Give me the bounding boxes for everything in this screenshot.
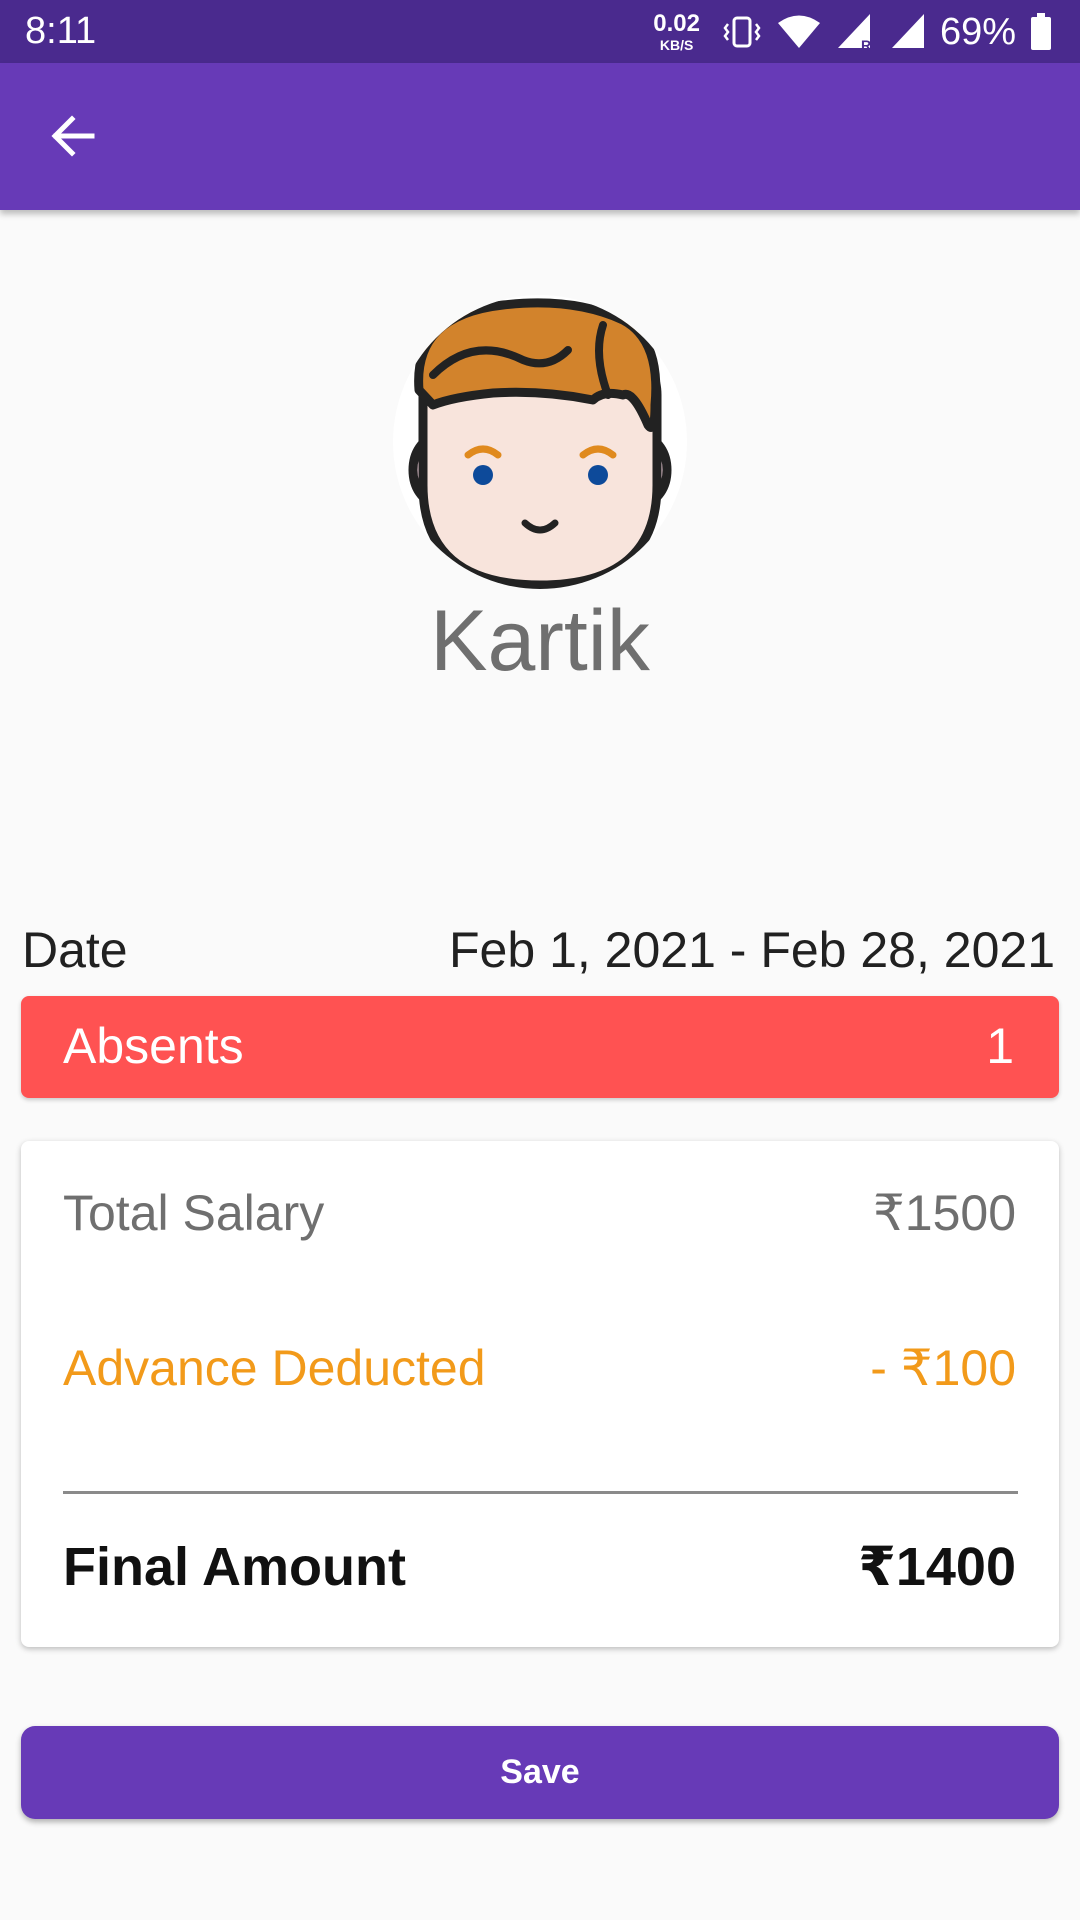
back-button[interactable]	[38, 103, 108, 173]
svg-text:R: R	[861, 37, 871, 52]
salary-card: Total Salary ₹1500 Advance Deducted - ₹1…	[21, 1141, 1059, 1647]
status-icons: 0.02 KB/S R 69%	[653, 0, 1052, 63]
wifi-icon	[776, 14, 822, 50]
final-amount-value: ₹1400	[858, 1537, 1016, 1597]
save-button[interactable]: Save	[21, 1726, 1059, 1819]
app-bar	[0, 63, 1080, 210]
absents-bar[interactable]: Absents 1	[21, 996, 1059, 1098]
status-bar: 8:11 0.02 KB/S R 69%	[0, 0, 1080, 63]
final-amount-label: Final Amount	[63, 1537, 406, 1597]
status-time: 8:11	[25, 10, 97, 52]
battery-percent: 69%	[939, 10, 1016, 53]
advance-deducted-value: - ₹100	[870, 1340, 1016, 1396]
vibrate-icon	[722, 14, 762, 50]
total-salary-value: ₹1500	[872, 1185, 1016, 1241]
date-label: Date	[22, 922, 128, 978]
arrow-back-icon	[48, 111, 98, 166]
signal-icon	[890, 12, 926, 52]
employee-name: Kartik	[430, 593, 650, 689]
absents-count: 1	[986, 1018, 1014, 1074]
salary-summary-screen: 8:11 0.02 KB/S R 69% Kartik Date Feb 1, …	[0, 0, 1080, 1920]
total-salary-label: Total Salary	[63, 1185, 325, 1241]
network-speed-value: 0.02	[653, 9, 700, 37]
advance-deducted-label: Advance Deducted	[63, 1340, 486, 1396]
divider	[63, 1491, 1018, 1494]
battery-icon	[1030, 12, 1052, 51]
network-speed: 0.02 KB/S	[653, 9, 700, 53]
signal-roaming-icon: R	[836, 12, 876, 52]
network-speed-unit: KB/S	[659, 36, 694, 53]
absents-label: Absents	[63, 1018, 244, 1074]
date-range-value[interactable]: Feb 1, 2021 - Feb 28, 2021	[449, 920, 1055, 980]
avatar	[393, 295, 687, 589]
